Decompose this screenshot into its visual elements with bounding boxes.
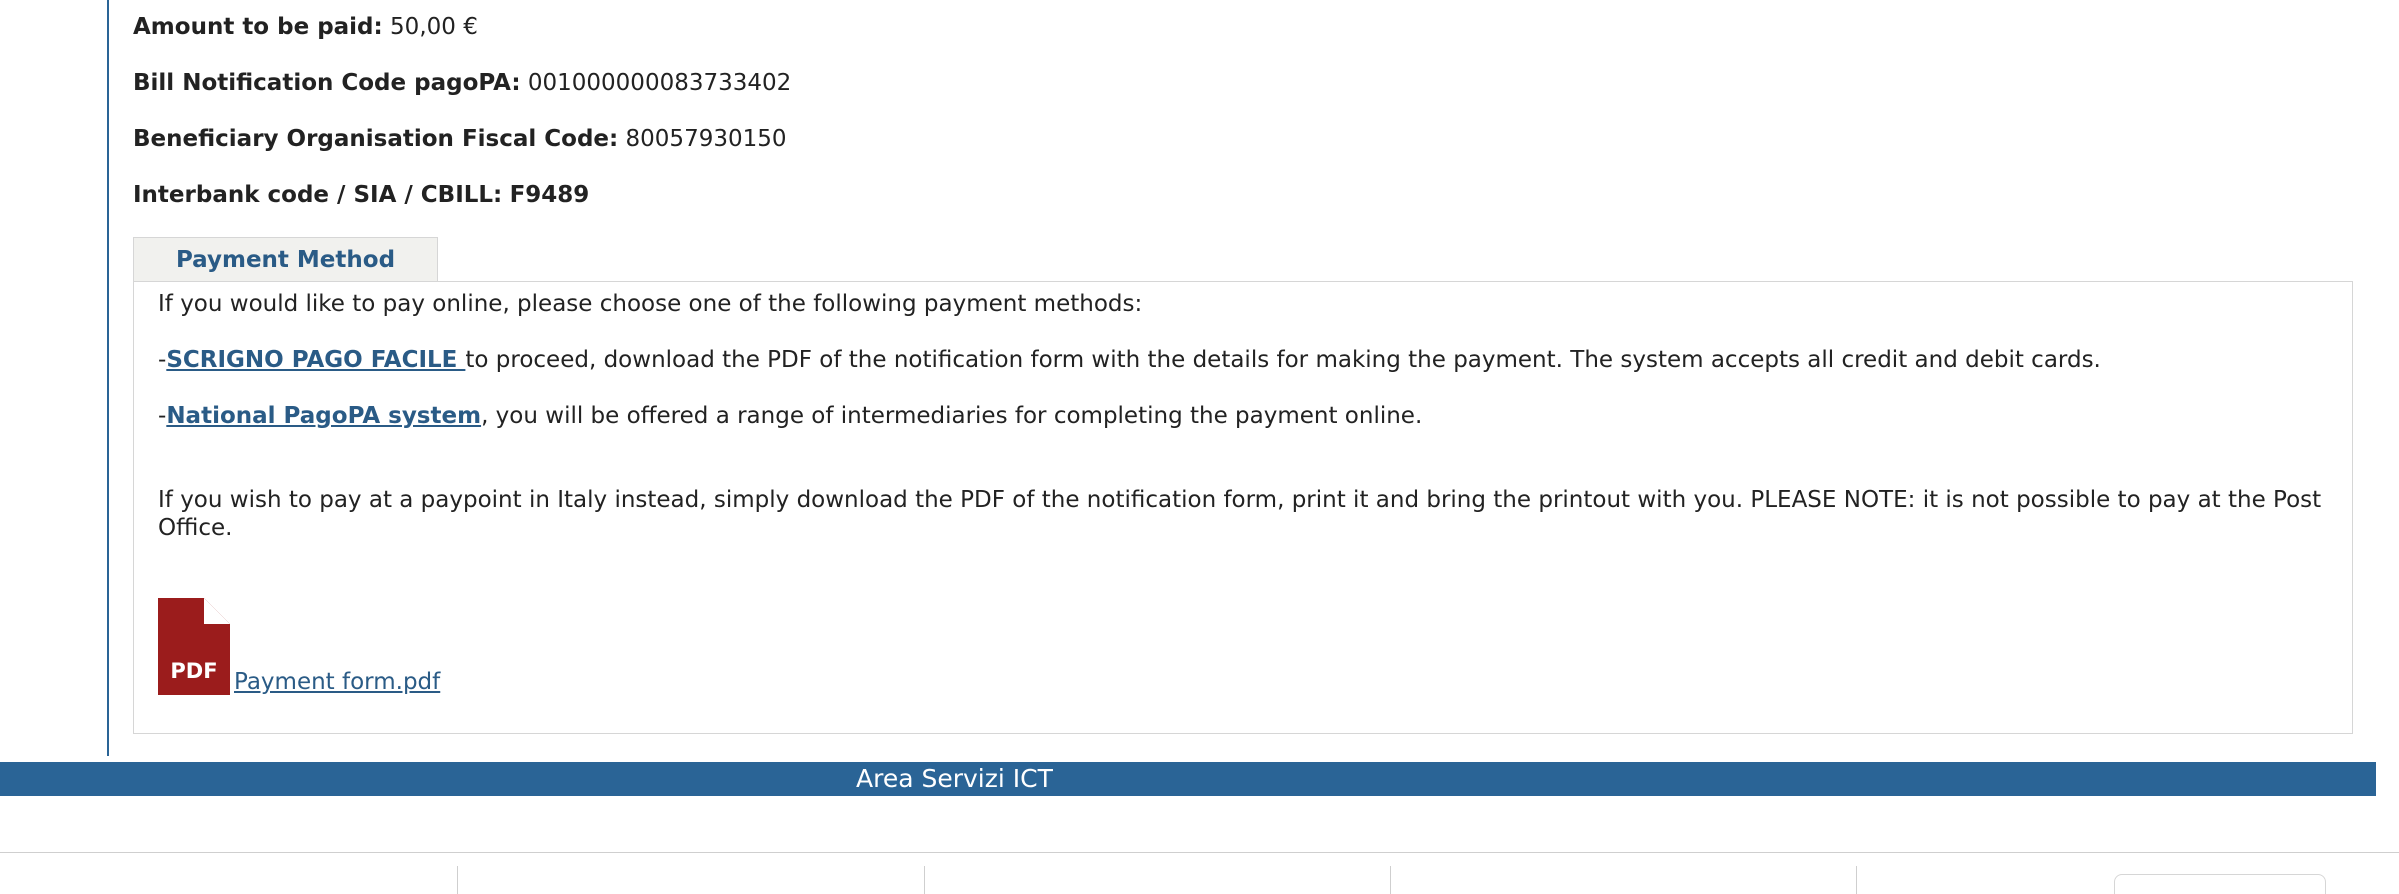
notice-code-row: Bill Notification Code pagoPA: 001000000… bbox=[133, 68, 791, 98]
pdf-file-icon[interactable]: PDF bbox=[158, 598, 230, 695]
interbank-code-row: Interbank code / SIA / CBILL: F9489 bbox=[133, 180, 589, 210]
notice-code-label: Bill Notification Code pagoPA: bbox=[133, 70, 521, 96]
pdf-icon-label: PDF bbox=[170, 659, 217, 683]
payment-form-pdf-link[interactable]: Payment form.pdf bbox=[234, 668, 440, 696]
amount-value: 50,00 € bbox=[390, 14, 478, 40]
interbank-code-value: F9489 bbox=[509, 182, 590, 208]
page: Amount to be paid: 50,00 € Bill Notifica… bbox=[0, 0, 2399, 894]
payment-intro: If you would like to pay online, please … bbox=[158, 291, 1143, 317]
bottom-separator bbox=[457, 866, 458, 894]
interbank-code-label: Interbank code / SIA / CBILL: bbox=[133, 182, 503, 208]
fiscal-code-row: Beneficiary Organisation Fiscal Code: 80… bbox=[133, 124, 787, 154]
content-left-border bbox=[107, 0, 109, 756]
tab-payment-method[interactable]: Payment Method bbox=[133, 237, 438, 281]
bottom-separator bbox=[1390, 866, 1391, 894]
notice-code-value: 001000000083733402 bbox=[527, 70, 792, 96]
option-scrigno-text: to proceed, download the PDF of the noti… bbox=[465, 347, 2101, 373]
national-pagopa-link[interactable]: National PagoPA system bbox=[166, 403, 481, 429]
fiscal-code-label: Beneficiary Organisation Fiscal Code: bbox=[133, 126, 619, 152]
bottom-divider bbox=[0, 852, 2399, 853]
amount-label: Amount to be paid: bbox=[133, 14, 383, 40]
paypoint-text: If you wish to pay at a paypoint in Ital… bbox=[158, 487, 2322, 541]
fiscal-code-value: 80057930150 bbox=[625, 126, 787, 152]
option-pagopa-text: , you will be offered a range of interme… bbox=[481, 403, 1423, 429]
bottom-separator bbox=[1856, 866, 1857, 894]
footer-bar: Area Servizi ICT bbox=[0, 762, 2376, 796]
scrigno-pago-facile-link[interactable]: SCRIGNO PAGO FACILE bbox=[166, 347, 465, 373]
amount-row: Amount to be paid: 50,00 € bbox=[133, 12, 478, 42]
footer-title: Area Servizi ICT bbox=[856, 764, 1053, 793]
option-scrigno: -SCRIGNO PAGO FACILE to proceed, downloa… bbox=[158, 346, 2101, 374]
option-pagopa: -National PagoPA system, you will be off… bbox=[158, 402, 1422, 430]
payment-method-panel: If you would like to pay online, please … bbox=[133, 281, 2353, 734]
bottom-partial-control[interactable] bbox=[2114, 874, 2326, 894]
bottom-separator bbox=[924, 866, 925, 894]
